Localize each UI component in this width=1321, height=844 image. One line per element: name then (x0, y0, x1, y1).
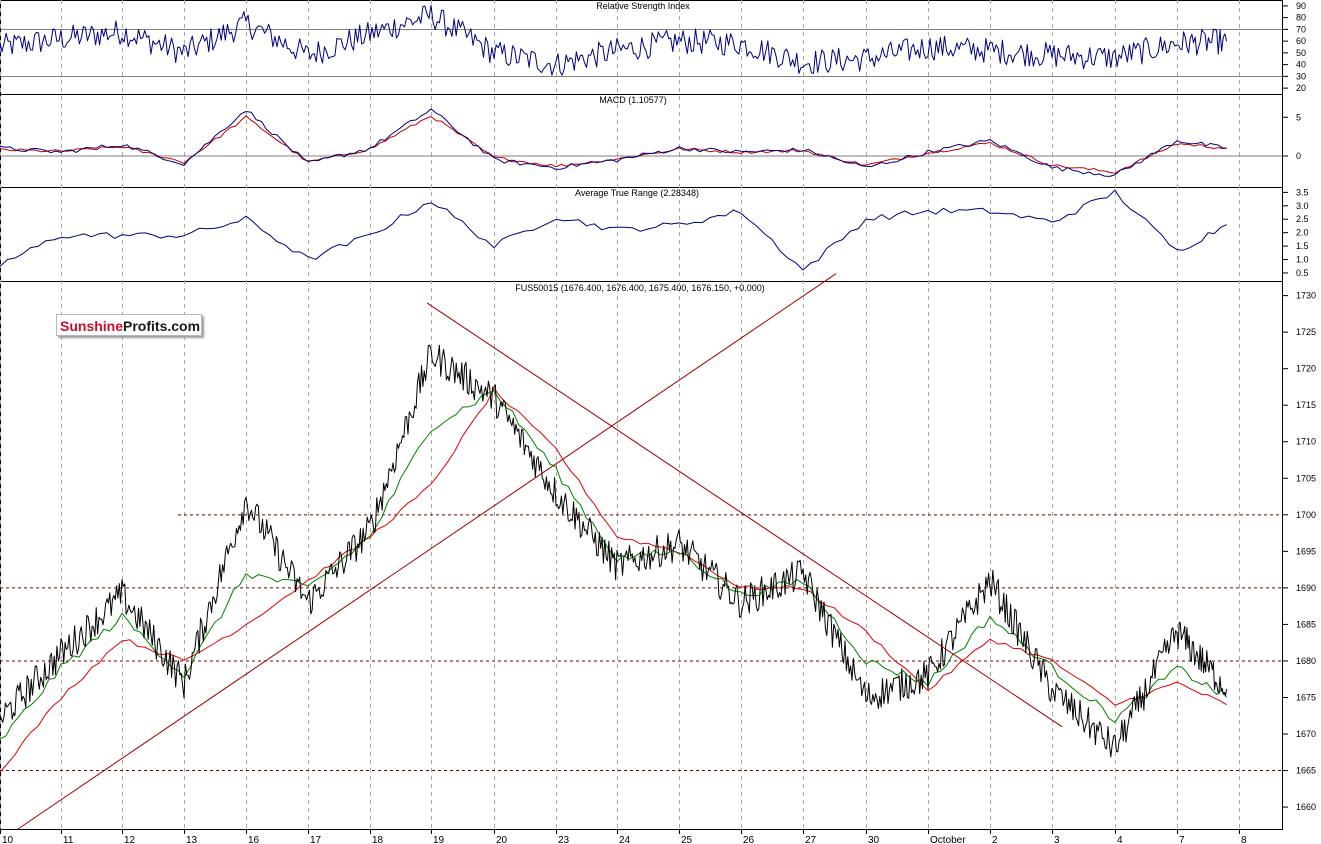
y-tick-label: 3.5 (1296, 187, 1309, 197)
y-tick-label: 30 (1296, 71, 1306, 81)
x-tick-label: 12 (124, 835, 136, 844)
y-tick-label: 1670 (1296, 729, 1316, 739)
y-tick-label: 2.0 (1296, 228, 1309, 238)
x-tick-label: 26 (743, 835, 755, 844)
y-tick-label: 50 (1296, 48, 1306, 58)
y-tick-label: 3.0 (1296, 201, 1309, 211)
y-tick-label: 1685 (1296, 619, 1316, 629)
price-title: FUS50015 (1676.400, 1676.400, 1675.400, … (515, 283, 764, 293)
y-tick-label: 1705 (1296, 473, 1316, 483)
x-tick-label: 19 (433, 835, 445, 844)
y-tick-label: 1660 (1296, 802, 1316, 812)
logo-part-1: Sunshine (60, 318, 124, 334)
x-axis-ticks: 10 11 12 13 16 17 18 19 20 23 24 25 26 27 30 October 2 3 4… (0, 829, 1247, 844)
x-tick-label: 10 (2, 835, 14, 844)
x-tick-label: 27 (805, 835, 817, 844)
y-tick-label: 80 (1296, 13, 1306, 23)
x-tick-label: 24 (619, 835, 631, 844)
x-tick-label: 13 (186, 835, 198, 844)
x-tick-label: 18 (372, 835, 384, 844)
x-tick-label: 4 (1117, 835, 1123, 844)
atr-title: Average True Range (2.28348) (575, 188, 699, 198)
y-tick-label: 1680 (1296, 656, 1316, 666)
y-tick-label: 90 (1296, 1, 1306, 11)
x-tick-label: 3 (1054, 835, 1060, 844)
price-panel (0, 281, 1283, 830)
y-axis-ticks: 9080706050403020503.53.02.52.01.51.00.51… (1283, 1, 1316, 812)
x-tick-label: October (930, 835, 966, 844)
x-tick-label: 20 (496, 835, 508, 844)
y-tick-label: 1.0 (1296, 255, 1309, 265)
macd-panel (0, 94, 1283, 188)
y-tick-label: 1730 (1296, 291, 1316, 301)
macd-title: MACD (1.10577) (599, 95, 667, 105)
y-tick-label: 1.5 (1296, 241, 1309, 251)
x-tick-label: 2 (992, 835, 998, 844)
logo-part-2: Profits.com (123, 318, 201, 334)
y-tick-label: 1720 (1296, 364, 1316, 374)
x-tick-label: 11 (63, 835, 74, 844)
y-tick-label: 1715 (1296, 400, 1316, 410)
y-tick-label: 1690 (1296, 583, 1316, 593)
x-tick-label: 7 (1179, 835, 1185, 844)
x-tick-label: 23 (558, 835, 570, 844)
y-tick-label: 1700 (1296, 510, 1316, 520)
y-tick-label: 70 (1296, 24, 1306, 34)
rsi-title: Relative Strength Index (596, 1, 690, 11)
x-tick-label: 16 (248, 835, 260, 844)
y-tick-label: 1675 (1296, 692, 1316, 702)
y-tick-label: 1725 (1296, 327, 1316, 337)
y-tick-label: 20 (1296, 83, 1306, 93)
x-tick-label: 30 (868, 835, 880, 844)
y-tick-label: 0 (1296, 151, 1301, 161)
y-tick-label: 0.5 (1296, 268, 1309, 278)
y-tick-label: 2.5 (1296, 214, 1309, 224)
y-tick-label: 40 (1296, 60, 1306, 70)
x-tick-label: 17 (310, 835, 322, 844)
stock-chart: 9080706050403020503.53.02.52.01.51.00.51… (0, 0, 1316, 844)
y-tick-label: 1665 (1296, 766, 1316, 776)
x-tick-label: 25 (681, 835, 693, 844)
y-tick-label: 5 (1296, 112, 1301, 122)
y-tick-label: 1695 (1296, 546, 1316, 556)
sunshineprofits-logo: SunshineProfits.com (56, 314, 202, 336)
y-tick-label: 1710 (1296, 437, 1316, 447)
y-tick-label: 60 (1296, 36, 1306, 46)
x-tick-label: 8 (1241, 835, 1247, 844)
